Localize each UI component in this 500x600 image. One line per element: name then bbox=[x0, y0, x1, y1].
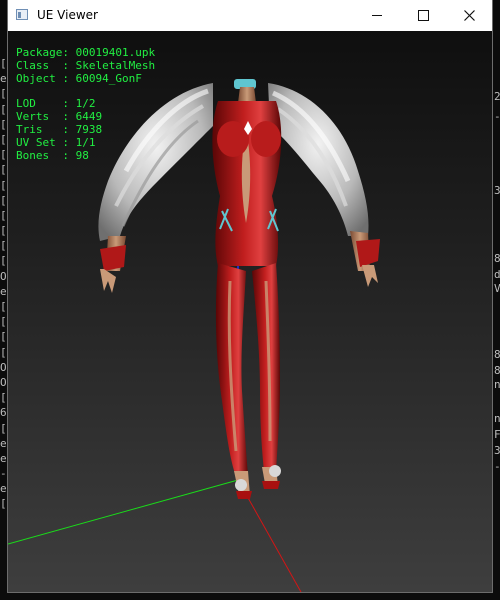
info-value: 6449 bbox=[75, 110, 103, 123]
console-glyph: e bbox=[0, 436, 7, 450]
console-glyph: [ bbox=[0, 345, 7, 359]
app-icon bbox=[16, 9, 28, 20]
console-glyph: 8 bbox=[494, 364, 500, 377]
console-glyph: - bbox=[0, 467, 7, 481]
info-label: LOD : bbox=[16, 97, 69, 110]
console-glyph: e bbox=[0, 451, 7, 465]
right-heel bbox=[262, 481, 280, 489]
console-glyph: n bbox=[494, 378, 500, 391]
console-glyph: [ bbox=[0, 208, 7, 222]
console-glyph: O bbox=[0, 269, 7, 283]
left-glove bbox=[100, 245, 126, 271]
console-glyph: [ bbox=[0, 193, 7, 207]
console-glyph: [ bbox=[0, 87, 7, 101]
title-bar[interactable]: UE Viewer bbox=[8, 0, 492, 31]
info-label: UV Set : bbox=[16, 136, 69, 149]
3d-viewport[interactable]: Package: 00019401.upk Class : SkeletalMe… bbox=[8, 31, 492, 592]
info-value: 00019401.upk bbox=[75, 46, 156, 59]
background-console-left-edge: [e[[[[[[[[[[[[Oe[[[[O O[6[e e - e[ bbox=[0, 56, 8, 526]
chest-right bbox=[251, 121, 281, 157]
console-glyph: [ bbox=[0, 254, 7, 268]
console-glyph: [ bbox=[0, 178, 7, 192]
close-icon bbox=[463, 10, 475, 21]
console-glyph: d bbox=[494, 268, 500, 281]
ue-viewer-window: UE Viewer Package: 00019401.upk Class: … bbox=[8, 0, 492, 592]
minimize-button[interactable] bbox=[354, 0, 400, 31]
right-glove bbox=[356, 239, 380, 267]
neck bbox=[238, 87, 256, 103]
background-console-right-edge: 2-38dV88nnF3- bbox=[494, 84, 500, 504]
console-glyph: F bbox=[494, 428, 500, 441]
console-glyph: 2 bbox=[494, 90, 500, 103]
info-label: Verts : bbox=[16, 110, 69, 123]
console-glyph: 6 bbox=[0, 406, 7, 420]
axis-y-line bbox=[8, 479, 239, 545]
info-object: Object : 60094_GonF bbox=[16, 72, 155, 85]
console-glyph: [ bbox=[0, 330, 7, 344]
console-glyph: e bbox=[0, 284, 7, 298]
console-glyph: 3 bbox=[494, 444, 500, 457]
console-glyph: [ bbox=[0, 497, 7, 511]
console-glyph: O bbox=[0, 360, 7, 374]
console-glyph: [ bbox=[0, 117, 7, 131]
console-glyph: [ bbox=[0, 163, 7, 177]
info-lod: LOD : 1/2 bbox=[16, 97, 155, 110]
maximize-button[interactable] bbox=[400, 0, 446, 31]
info-bones: Bones : 98 bbox=[16, 149, 155, 162]
info-value: 98 bbox=[75, 149, 89, 162]
left-shoe-ornament bbox=[235, 479, 247, 491]
minimize-icon bbox=[372, 15, 382, 16]
info-uvset: UV Set : 1/1 bbox=[16, 136, 155, 149]
left-fingers bbox=[100, 269, 116, 293]
info-value: 1/2 bbox=[75, 97, 96, 110]
console-glyph: 3 bbox=[494, 184, 500, 197]
left-heel bbox=[236, 491, 252, 499]
mesh-info-overlay: Package: 00019401.upk Class : SkeletalMe… bbox=[16, 46, 155, 162]
info-label: Package: bbox=[16, 46, 69, 59]
chest-left bbox=[217, 121, 249, 157]
console-glyph: [ bbox=[0, 315, 7, 329]
console-glyph: [ bbox=[0, 102, 7, 116]
console-glyph: n bbox=[494, 412, 500, 425]
close-button[interactable] bbox=[446, 0, 492, 31]
console-glyph: [ bbox=[0, 421, 7, 435]
info-verts: Verts : 6449 bbox=[16, 110, 155, 123]
console-glyph: [ bbox=[0, 224, 7, 238]
info-package: Package: 00019401.upk bbox=[16, 46, 155, 59]
console-glyph: - bbox=[494, 460, 500, 473]
console-glyph: - bbox=[494, 110, 500, 123]
info-class: Class : SkeletalMesh bbox=[16, 59, 155, 72]
info-gap bbox=[16, 85, 155, 97]
info-label: Class : bbox=[16, 59, 69, 72]
console-glyph: [ bbox=[0, 391, 7, 405]
info-label: Tris : bbox=[16, 123, 69, 136]
right-shoe-ornament bbox=[269, 465, 281, 477]
info-tris: Tris : 7938 bbox=[16, 123, 155, 136]
console-glyph: [ bbox=[0, 57, 7, 70]
info-label: Object : bbox=[16, 72, 69, 85]
window-title: UE Viewer bbox=[37, 8, 98, 22]
console-glyph: O bbox=[0, 375, 7, 389]
console-glyph: 8 bbox=[494, 348, 500, 361]
console-glyph: e bbox=[0, 72, 7, 86]
right-fingers bbox=[362, 265, 378, 287]
right-feather-sleeve bbox=[268, 83, 369, 236]
console-glyph: [ bbox=[0, 148, 7, 162]
console-glyph: e bbox=[0, 482, 7, 496]
info-value: SkeletalMesh bbox=[75, 59, 156, 72]
console-glyph: V bbox=[494, 282, 500, 295]
maximize-icon bbox=[417, 10, 429, 21]
info-value: 7938 bbox=[75, 123, 103, 136]
console-glyph: [ bbox=[0, 300, 7, 313]
info-value: 1/1 bbox=[75, 136, 96, 149]
console-glyph: [ bbox=[0, 132, 7, 146]
console-glyph: 8 bbox=[494, 252, 500, 265]
info-label: Bones : bbox=[16, 149, 69, 162]
info-value: 60094_GonF bbox=[75, 72, 142, 85]
console-glyph: [ bbox=[0, 239, 7, 253]
